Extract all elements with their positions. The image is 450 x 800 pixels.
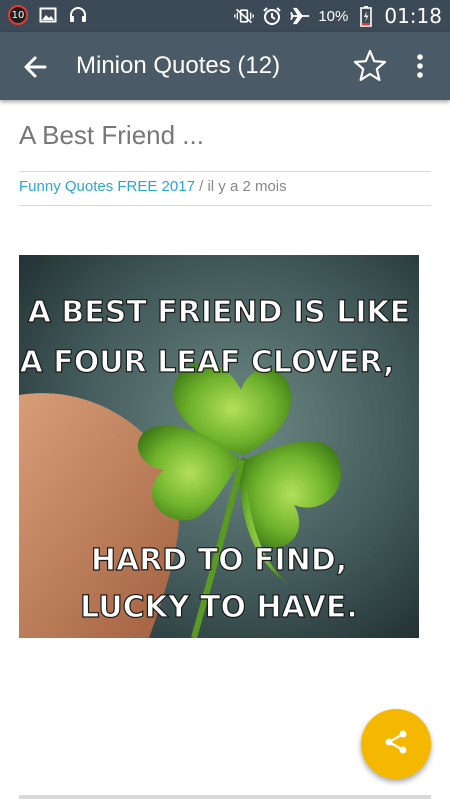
back-arrow-icon[interactable] — [20, 52, 50, 82]
meta-separator: / — [194, 178, 208, 195]
notification-count-badge: 10 — [8, 5, 28, 25]
headphones-icon — [68, 5, 88, 25]
quote-image[interactable]: A BEST FRIEND IS LIKE A FOUR LEAF CLOVER… — [19, 255, 419, 638]
vibrate-icon — [234, 6, 255, 26]
app-bar: Minion Quotes (12) — [0, 32, 450, 100]
star-outline-icon[interactable] — [352, 48, 388, 84]
title-divider — [19, 171, 431, 172]
post-meta: Funny Quotes FREE 2017 / il y a 2 mois — [19, 178, 287, 195]
quote-line-1: A BEST FRIEND IS LIKE — [28, 295, 410, 330]
quote-line-2: A FOUR LEAF CLOVER, — [20, 345, 395, 380]
post-time-ago: il y a 2 mois — [207, 178, 287, 195]
share-icon — [382, 728, 410, 761]
clock: 01:18 — [384, 4, 442, 28]
airplane-icon — [290, 6, 310, 26]
status-bar: 10 10% 01:18 — [0, 0, 450, 32]
alarm-icon — [262, 6, 282, 26]
category-link[interactable]: Funny Quotes FREE 2017 — [19, 178, 195, 195]
bottom-divider — [19, 795, 431, 799]
battery-percent: 10% — [318, 7, 349, 25]
quote-line-4: LUCKY TO HAVE. — [80, 590, 358, 625]
quote-line-3: HARD TO FIND, — [91, 543, 347, 578]
share-button[interactable] — [361, 709, 431, 779]
page-title: Minion Quotes (12) — [76, 52, 281, 79]
post-title: A Best Friend ... — [19, 120, 204, 150]
more-vert-icon[interactable] — [408, 52, 432, 80]
meta-divider — [19, 205, 431, 206]
battery-charging-icon — [356, 6, 376, 27]
image-icon — [38, 5, 58, 25]
